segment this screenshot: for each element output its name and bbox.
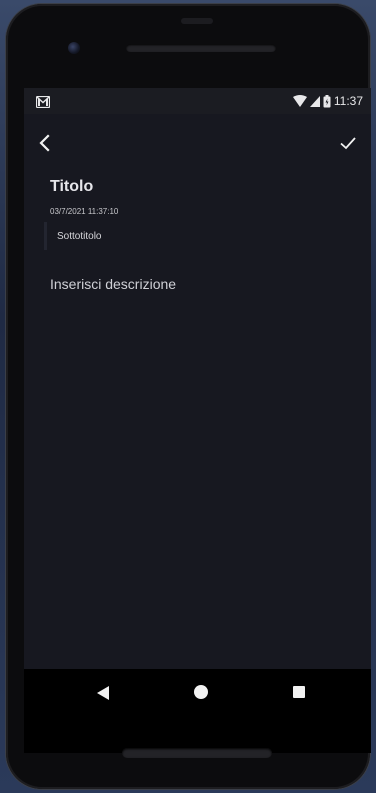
nav-home-circle-icon[interactable] — [194, 685, 208, 699]
navigation-bar — [24, 669, 371, 753]
gmail-notification-icon — [36, 96, 50, 108]
description-field[interactable]: Inserisci descrizione — [50, 276, 176, 292]
note-title[interactable]: Titolo — [50, 178, 93, 196]
check-icon[interactable] — [337, 132, 359, 154]
top-sensor — [181, 18, 213, 24]
note-subtitle[interactable]: Sottotitolo — [57, 231, 101, 242]
phone-frame: 11:37 Titolo 03/7/2021 11:37:10 Sottotit… — [6, 4, 371, 789]
nav-recents-square-icon[interactable] — [293, 686, 305, 698]
front-camera — [68, 42, 80, 54]
note-editor-screen: Titolo 03/7/2021 11:37:10 Sottotitolo In… — [24, 114, 371, 675]
subtitle-accent-bar — [44, 222, 47, 250]
wifi-icon — [292, 95, 307, 107]
top-speaker — [126, 44, 276, 52]
nav-back-triangle-icon[interactable] — [96, 685, 110, 701]
note-date: 03/7/2021 11:37:10 — [50, 207, 119, 216]
subtitle-block[interactable]: Sottotitolo — [44, 222, 101, 250]
phone-screen: 11:37 Titolo 03/7/2021 11:37:10 Sottotit… — [24, 88, 371, 753]
status-bar: 11:37 — [24, 88, 371, 114]
toolbar — [24, 114, 371, 170]
cell-signal-icon — [309, 95, 320, 107]
status-right-group: 11:37 — [292, 94, 363, 108]
battery-icon — [323, 94, 331, 107]
status-time: 11:37 — [333, 94, 363, 108]
bottom-speaker — [122, 748, 272, 758]
back-arrow-icon[interactable] — [34, 132, 56, 154]
